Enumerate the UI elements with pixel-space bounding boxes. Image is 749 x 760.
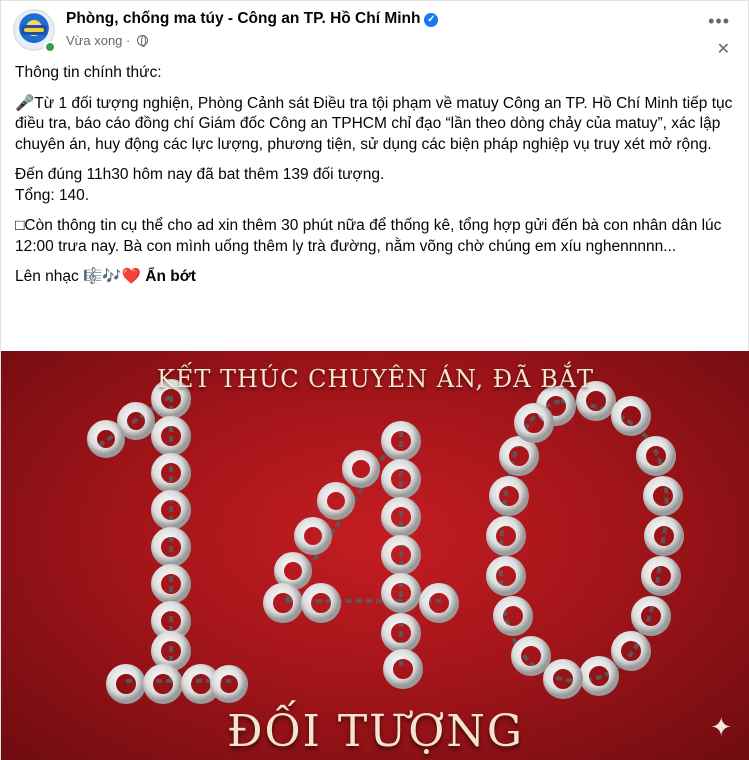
sparkle-icon: ✦ — [710, 712, 732, 742]
post-paragraph-text: Còn thông tin cụ thể cho ad xin thêm 30 … — [15, 217, 722, 255]
page-name[interactable]: Phòng, chống ma túy - Công an TP. Hồ Chí… — [66, 10, 420, 27]
globe-icon — [136, 35, 148, 47]
post-paragraph: Lên nhạc 🎼🎶❤️ Ẩn bớt — [15, 267, 734, 288]
image-headline: KẾT THÚC CHUYÊN ÁN, ĐÃ BẮT — [156, 365, 595, 393]
more-options-icon[interactable]: ••• — [708, 11, 730, 32]
post-paragraph: Thông tin chính thức: — [15, 64, 162, 81]
post-card: Phòng, chống ma túy - Công an TP. Hồ Chí… — [0, 0, 749, 760]
post-image[interactable]: KẾT THÚC CHUYÊN ÁN, ĐÃ BẮT ĐỐI TƯỢNG ✦ — [1, 351, 749, 760]
see-less-link[interactable]: Ẩn bớt — [145, 268, 196, 285]
missing-glyph-icon: □ — [15, 217, 25, 234]
post-paragraph-text: Lên nhạc 🎼🎶❤️ — [15, 268, 141, 285]
post-paragraph: 🎤Từ 1 đối tượng nghiện, Phòng Cảnh sát Đ… — [15, 94, 733, 153]
post-timestamp[interactable]: Vừa xong — [66, 33, 122, 48]
post-paragraph: Đến đúng 11h30 hôm nay đã bat thêm 139 đ… — [15, 166, 385, 183]
page-name-link[interactable]: Phòng, chống ma túy - Công an TP. Hồ Chí… — [66, 10, 439, 28]
post-meta: Vừa xong · — [66, 33, 148, 48]
post-paragraph: Tổng: 140. — [15, 186, 90, 204]
meta-separator: · — [122, 33, 134, 48]
post-text: Thông tin chính thức: 🎤Từ 1 đối tượng ng… — [1, 59, 748, 288]
image-footline: ĐỐI TƯỢNG — [226, 706, 525, 757]
post-header: Phòng, chống ma túy - Công an TP. Hồ Chí… — [1, 1, 748, 59]
post-paragraph: □Còn thông tin cụ thể cho ad xin thêm 30… — [15, 216, 734, 257]
handcuff-number-graphic — [87, 379, 684, 704]
online-status-dot — [44, 41, 56, 53]
close-icon[interactable]: ✕ — [717, 39, 730, 59]
verified-badge-icon: ✓ — [424, 13, 439, 27]
